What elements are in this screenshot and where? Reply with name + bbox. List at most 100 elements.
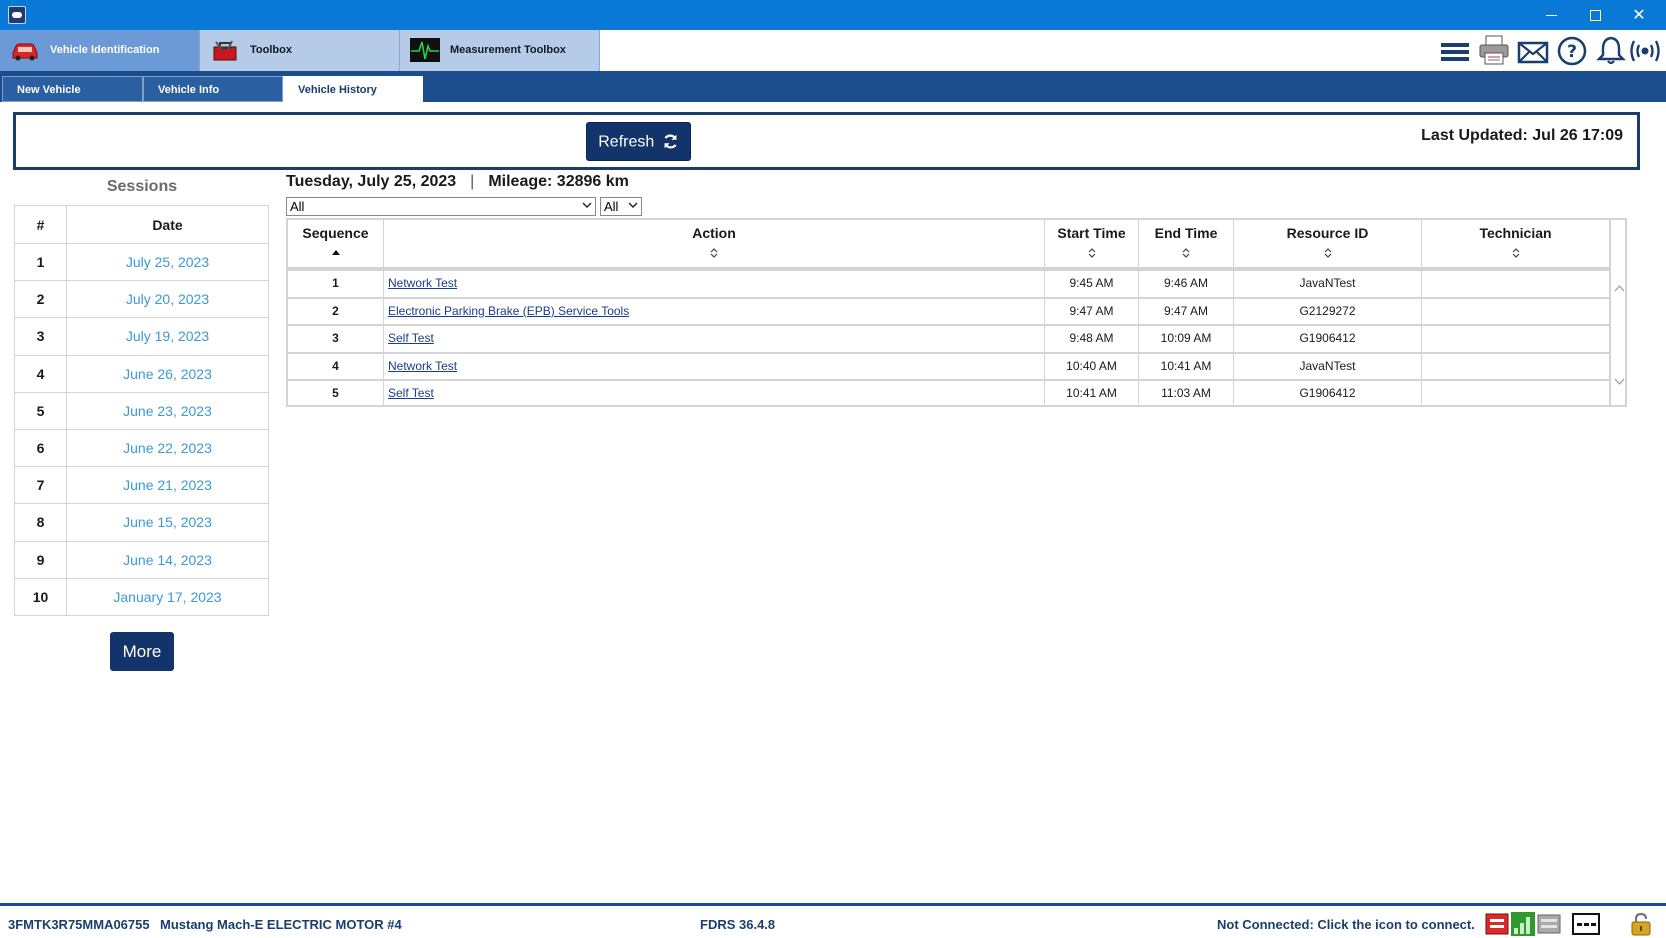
session-date-link[interactable]: January 17, 2023 <box>66 577 269 616</box>
vci-gray-icon[interactable] <box>1537 912 1561 936</box>
tab-vehicle-info[interactable]: Vehicle Info <box>143 76 283 102</box>
tab-new-vehicle[interactable]: New Vehicle <box>2 76 143 102</box>
session-row[interactable]: 4 June 26, 2023 <box>14 354 269 393</box>
wireless-icon[interactable] <box>1628 35 1662 67</box>
sessions-header-num: # <box>14 205 67 244</box>
session-header: Tuesday, July 25, 2023 | Mileage: 32896 km <box>286 173 629 191</box>
action-link[interactable]: Self Test <box>388 386 434 400</box>
action-filter-value: All <box>290 199 305 214</box>
action-link[interactable]: Self Test <box>388 331 434 345</box>
table-row: 5 Self Test 10:41 AM 11:03 AM G1906412 <box>288 379 1610 407</box>
session-row[interactable]: 8 June 15, 2023 <box>14 503 269 542</box>
chevron-up-icon[interactable] <box>1614 284 1625 292</box>
help-icon[interactable]: ? <box>1555 35 1589 67</box>
column-header-label: End Time <box>1154 225 1218 241</box>
cell-sequence: 2 <box>288 298 384 325</box>
column-header-technician[interactable]: Technician <box>1422 220 1610 269</box>
session-date-link[interactable]: June 15, 2023 <box>66 503 269 542</box>
printer-icon[interactable] <box>1477 34 1511 66</box>
connection-status: Not Connected: Click the icon to connect… <box>1217 917 1475 932</box>
column-header-label: Action <box>692 225 736 241</box>
session-date: Tuesday, July 25, 2023 <box>286 173 457 190</box>
version-label: FDRS 36.4.8 <box>700 917 776 932</box>
minimize-button[interactable] <box>1529 0 1573 30</box>
app-tab-label: Measurement Toolbox <box>450 44 566 56</box>
session-row[interactable]: 1 July 25, 2023 <box>14 242 269 282</box>
action-link[interactable]: Electronic Parking Brake (EPB) Service T… <box>388 304 629 318</box>
refresh-panel: Refresh Last Updated: Jul 26 17:09 <box>13 112 1640 170</box>
main-toolbar: Vehicle Identification Toolbox Measureme… <box>0 30 1666 72</box>
table-row: 2 Electronic Parking Brake (EPB) Service… <box>288 296 1610 325</box>
bell-icon[interactable] <box>1594 34 1628 66</box>
session-num: 4 <box>14 354 67 393</box>
column-header-sequence[interactable]: Sequence <box>288 220 384 269</box>
signal-green-icon[interactable] <box>1511 912 1535 936</box>
session-row[interactable]: 6 June 22, 2023 <box>14 428 269 468</box>
column-header-start-time[interactable]: Start Time <box>1045 220 1139 269</box>
column-header-label: Technician <box>1479 225 1552 241</box>
column-header-resource-id[interactable]: Resource ID <box>1234 220 1422 269</box>
maximize-button[interactable] <box>1573 0 1617 30</box>
app-tab-toolbox[interactable]: Toolbox <box>200 30 400 71</box>
history-scrollbar[interactable] <box>1610 220 1627 405</box>
session-date-link[interactable]: June 14, 2023 <box>66 540 269 579</box>
cell-action: Self Test <box>384 326 1045 352</box>
session-mileage: Mileage: 32896 km <box>488 173 629 190</box>
session-date-link[interactable]: July 20, 2023 <box>66 280 269 319</box>
sort-icon <box>1088 248 1095 258</box>
session-row[interactable]: 7 June 21, 2023 <box>14 466 269 505</box>
app-tab-measurement-toolbox[interactable]: Measurement Toolbox <box>400 30 600 71</box>
session-date-link[interactable]: July 25, 2023 <box>66 242 269 282</box>
cell-start-time: 9:47 AM <box>1045 298 1139 325</box>
action-link[interactable]: Network Test <box>388 359 457 373</box>
lock-icon[interactable] <box>1630 912 1652 936</box>
column-header-end-time[interactable]: End Time <box>1139 220 1234 269</box>
session-date-link[interactable]: June 21, 2023 <box>66 466 269 505</box>
session-date-link[interactable]: July 19, 2023 <box>66 317 269 356</box>
session-date-link[interactable]: June 26, 2023 <box>66 354 269 393</box>
action-filter-select[interactable]: All <box>286 197 596 216</box>
app-tab-vehicle-identification[interactable]: Vehicle Identification <box>0 30 200 71</box>
action-link[interactable]: Network Test <box>388 276 457 290</box>
table-row: 1 Network Test 9:45 AM 9:46 AM JavaNTest <box>288 269 1610 297</box>
status-filter-select[interactable]: All <box>600 197 642 216</box>
cell-action: Network Test <box>384 353 1045 380</box>
refresh-button[interactable]: Refresh <box>586 122 691 161</box>
mail-icon[interactable] <box>1516 36 1550 68</box>
more-button[interactable]: More <box>110 632 174 671</box>
cell-resource-id: G1906412 <box>1234 326 1422 352</box>
cell-end-time: 11:03 AM <box>1139 381 1234 407</box>
cell-sequence: 5 <box>288 381 384 407</box>
column-header-action[interactable]: Action <box>384 220 1045 269</box>
session-row[interactable]: 10 January 17, 2023 <box>14 577 269 616</box>
chevron-down-icon <box>628 202 638 208</box>
cell-start-time: 9:45 AM <box>1045 271 1139 297</box>
session-row[interactable]: 9 June 14, 2023 <box>14 540 269 579</box>
vci-red-icon[interactable] <box>1485 912 1509 936</box>
cell-resource-id: G2129272 <box>1234 298 1422 325</box>
table-row: 3 Self Test 9:48 AM 10:09 AM G1906412 <box>288 324 1610 352</box>
session-date-link[interactable]: June 23, 2023 <box>66 391 269 430</box>
refresh-label: Refresh <box>598 133 655 151</box>
session-date-link[interactable]: June 22, 2023 <box>66 428 269 468</box>
session-num: 9 <box>14 540 67 579</box>
tab-vehicle-history[interactable]: Vehicle History <box>283 76 423 104</box>
close-button[interactable]: ✕ <box>1617 0 1661 30</box>
session-row[interactable]: 5 June 23, 2023 <box>14 391 269 430</box>
session-row[interactable]: 2 July 20, 2023 <box>14 280 269 319</box>
session-num: 8 <box>14 503 67 542</box>
sessions-title: Sessions <box>106 178 178 195</box>
close-icon: ✕ <box>1632 5 1646 24</box>
cell-end-time: 10:09 AM <box>1139 326 1234 352</box>
history-header-row: Sequence Action Start Time End Time Reso… <box>288 220 1610 269</box>
session-num: 1 <box>14 242 67 282</box>
menu-icon[interactable] <box>1438 36 1472 68</box>
history-table: Sequence Action Start Time End Time Reso… <box>286 218 1627 407</box>
session-row[interactable]: 3 July 19, 2023 <box>14 317 269 356</box>
vehicle-model-label: Mustang Mach-E ELECTRIC MOTOR #4 <box>160 917 402 932</box>
title-bar: ✕ <box>0 0 1666 30</box>
dashes-icon[interactable] <box>1572 912 1600 936</box>
sessions-header-date: Date <box>66 205 269 244</box>
minimize-icon <box>1545 15 1557 16</box>
chevron-down-icon[interactable] <box>1614 378 1625 386</box>
